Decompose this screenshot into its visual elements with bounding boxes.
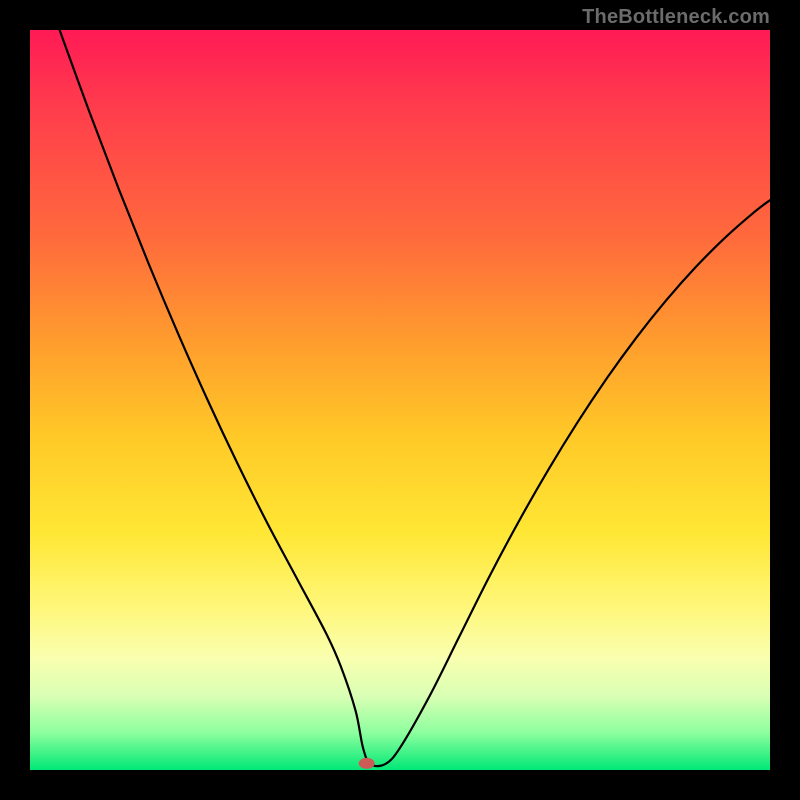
bottleneck-curve: [60, 30, 770, 766]
watermark-label: TheBottleneck.com: [582, 6, 770, 29]
curve-layer: [30, 30, 770, 770]
minimum-marker: [359, 758, 375, 769]
plot-area: [30, 30, 770, 770]
chart-frame: TheBottleneck.com: [0, 0, 800, 800]
